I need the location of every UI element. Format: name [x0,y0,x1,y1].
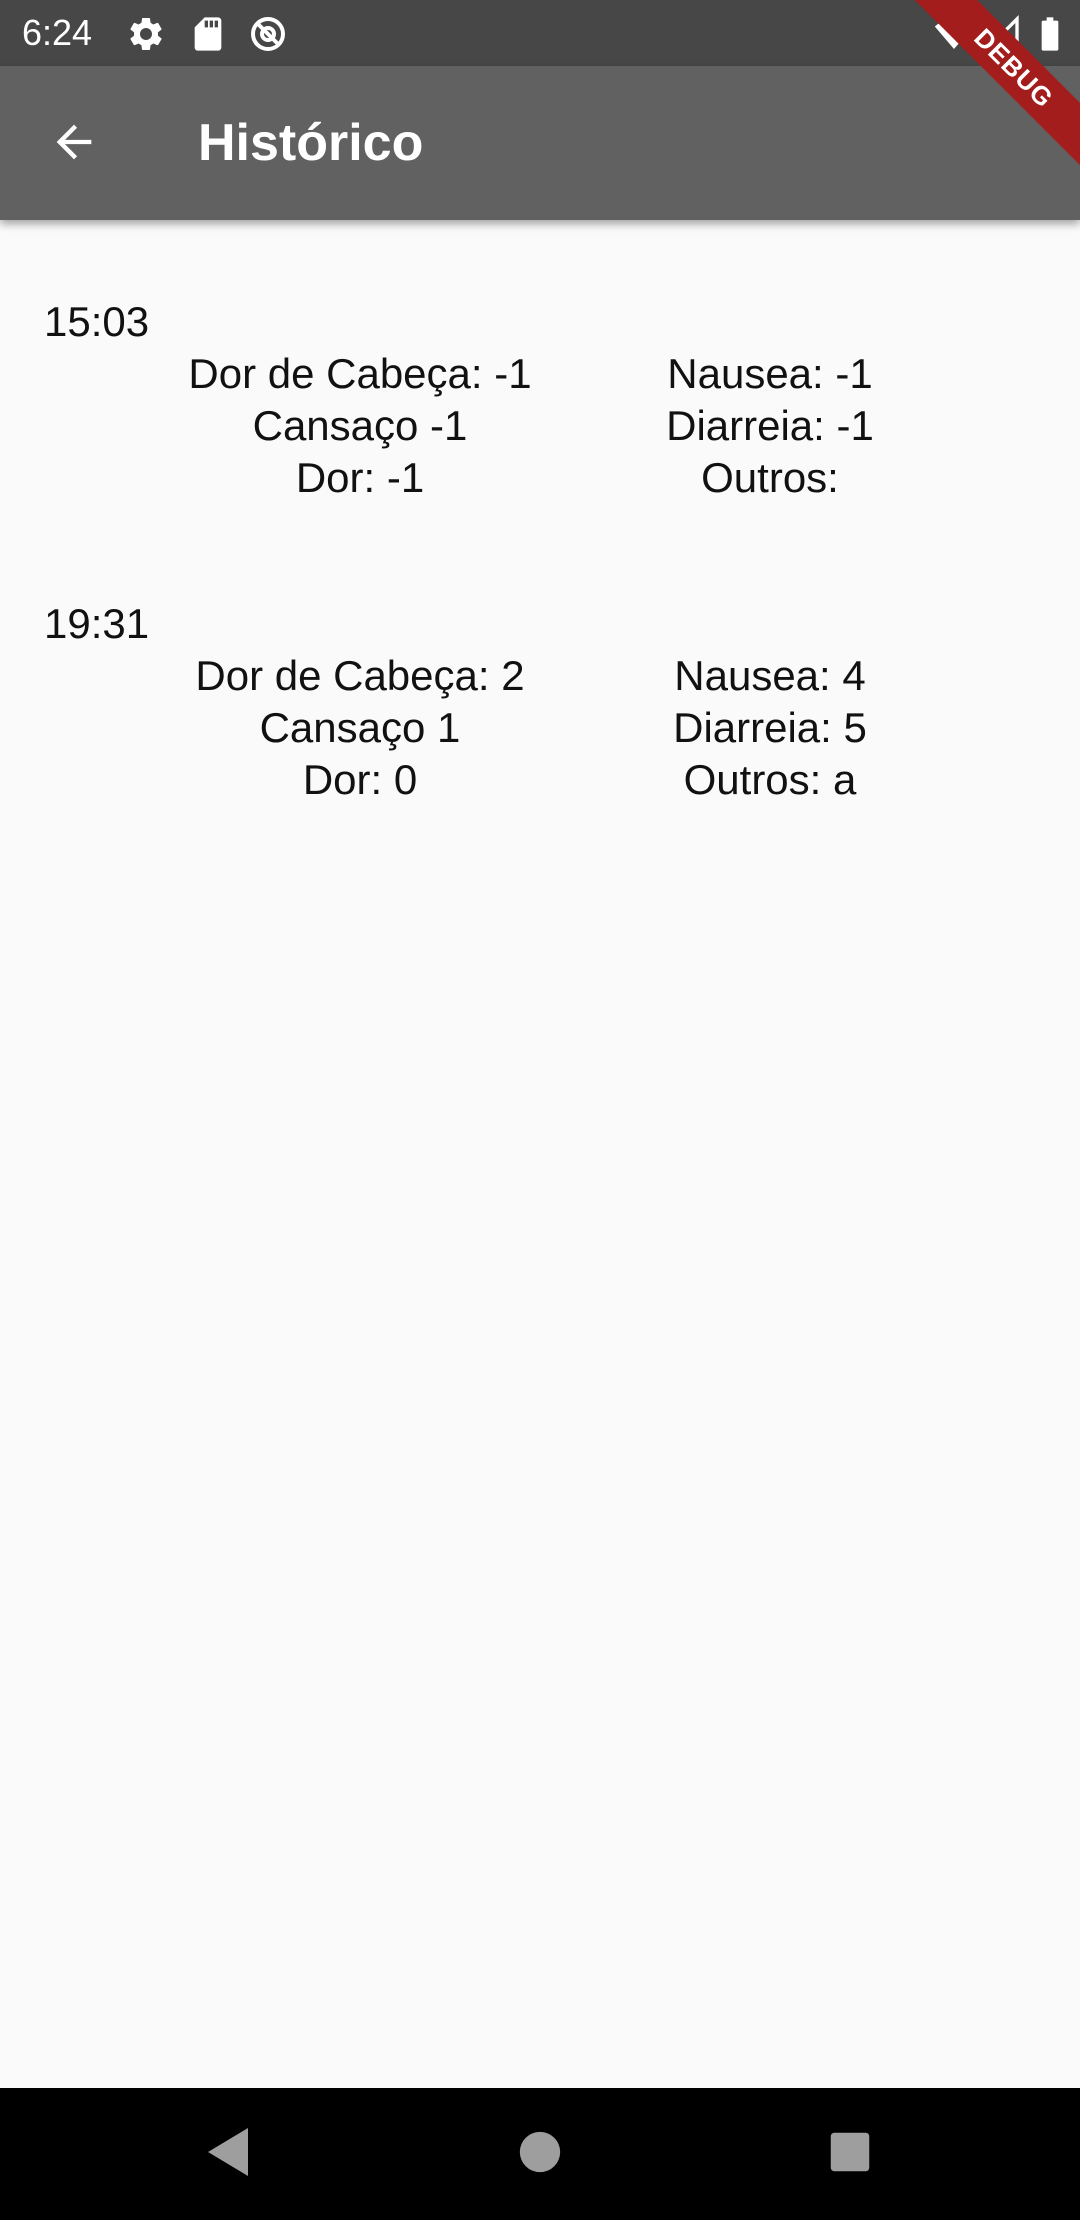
nausea-value: Nausea: -1 [667,350,873,397]
diarrhea-value: Diarreia: -1 [666,402,874,449]
battery-icon [1030,14,1070,54]
nav-recents-button[interactable] [814,2118,886,2190]
diarrhea-value: Diarreia: 5 [673,704,867,751]
gear-icon [126,14,166,54]
history-entry: 19:31 Dor de Cabeça: 2 Nausea: 4 Cansaço… [0,558,1080,803]
nausea-value: Nausea: 4 [674,652,866,699]
arrow-back-icon [48,116,100,173]
at-sign-icon [248,14,288,54]
navigation-bar [0,2088,1080,2220]
page-title: Histórico [198,114,424,172]
status-time: 6:24 [22,12,93,53]
entry-time: 15:03 [44,298,150,345]
screen: 6:24 DEBUG Histórico 15:03 Dor de Cabeça… [0,0,1080,2220]
sd-card-icon [188,14,228,54]
app-bar: Histórico [0,66,1080,220]
status-bar: 6:24 [0,0,1080,66]
home-circle-icon [518,2130,562,2179]
back-triangle-icon [204,2126,252,2183]
nav-home-button[interactable] [504,2118,576,2190]
nav-back-button[interactable] [192,2118,264,2190]
others-value: Outros: a [683,756,857,803]
recents-square-icon [829,2131,871,2178]
history-entry: 15:03 Dor de Cabeça: -1 Nausea: -1 Cansa… [0,256,1080,501]
back-button[interactable] [30,100,118,188]
history-list: 15:03 Dor de Cabeça: -1 Nausea: -1 Cansa… [0,220,1080,2088]
others-value: Outros: [701,454,839,501]
entry-time: 19:31 [44,600,150,647]
